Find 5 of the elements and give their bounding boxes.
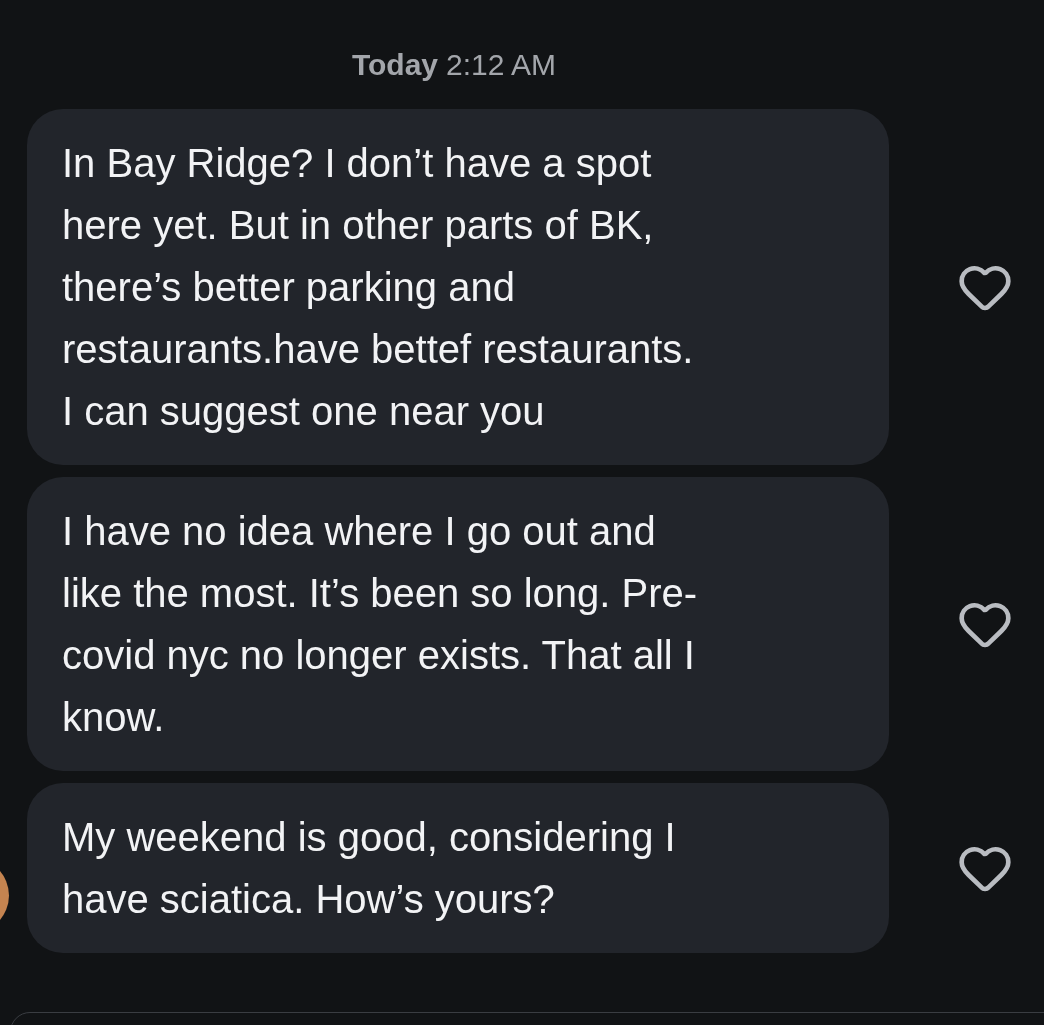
message-text: In Bay Ridge? I don’t have a spot here yet. But in other parts of BK, there’s better parking and restaurants.have bettef restaurants. I can suggest one near you xyxy=(62,140,695,435)
timestamp-day: Today xyxy=(351,42,438,87)
message-text: My weekend is good, considering I have sciatica. How’s yours? xyxy=(62,814,677,923)
timestamp-time: 2:12 AM xyxy=(446,47,557,83)
message-text: I have no idea where I go out and like the most. It’s been so long. Pre- covid nyc no longer exists. That all I know. xyxy=(62,508,699,741)
